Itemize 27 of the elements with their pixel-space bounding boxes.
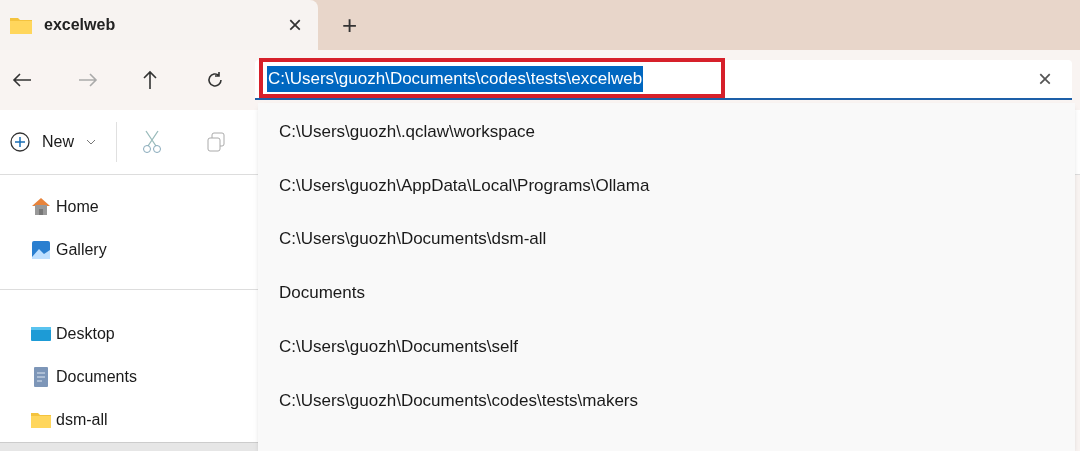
up-icon[interactable] (142, 70, 158, 90)
suggestion-item[interactable]: C:\Users\guozh\Documents\codes\tests\makers (258, 373, 1075, 428)
sidebar-item[interactable]: Gallery (0, 228, 258, 271)
back-icon[interactable] (12, 72, 32, 88)
address-text: C:\Users\guozh\Documents\codes\tests\excelweb (267, 66, 644, 92)
suggestion-item[interactable]: C:\Users\guozh\AppData\Local\Programs\Ollama (258, 158, 1075, 213)
new-button[interactable]: New (10, 130, 96, 154)
suggestion-item[interactable]: Documents (258, 266, 1075, 320)
tab-title: excelweb (44, 15, 116, 35)
sidebar-item[interactable]: Desktop (0, 312, 258, 355)
new-tab-button[interactable]: + (342, 12, 358, 38)
suggestion-item[interactable]: C:\Users\guozh\Documents\self (258, 319, 1075, 374)
home-icon (30, 195, 52, 218)
close-tab-button[interactable]: × (288, 13, 302, 37)
sidebar-item[interactable]: dsm-all (0, 398, 258, 441)
address-field[interactable]: C:\Users\guozh\Documents\codes\tests\excelweb × (255, 60, 1072, 100)
tab[interactable]: excelweb × (0, 0, 318, 50)
caret-icon (86, 139, 96, 145)
suggestion-item[interactable]: C:\Users\guozh\Documents\dsm-all (258, 212, 1075, 267)
sidebar-item[interactable]: Home (0, 185, 258, 228)
folder-icon (10, 16, 32, 34)
plus-circle-icon (10, 132, 30, 152)
suggestion-item[interactable]: C:\Users\guozh\.qclaw\workspace (258, 105, 1075, 159)
clear-button[interactable]: × (1038, 67, 1052, 91)
refresh-icon[interactable] (206, 71, 224, 89)
gallery-icon (30, 238, 52, 261)
sidebar-item[interactable]: Documents (0, 355, 258, 398)
